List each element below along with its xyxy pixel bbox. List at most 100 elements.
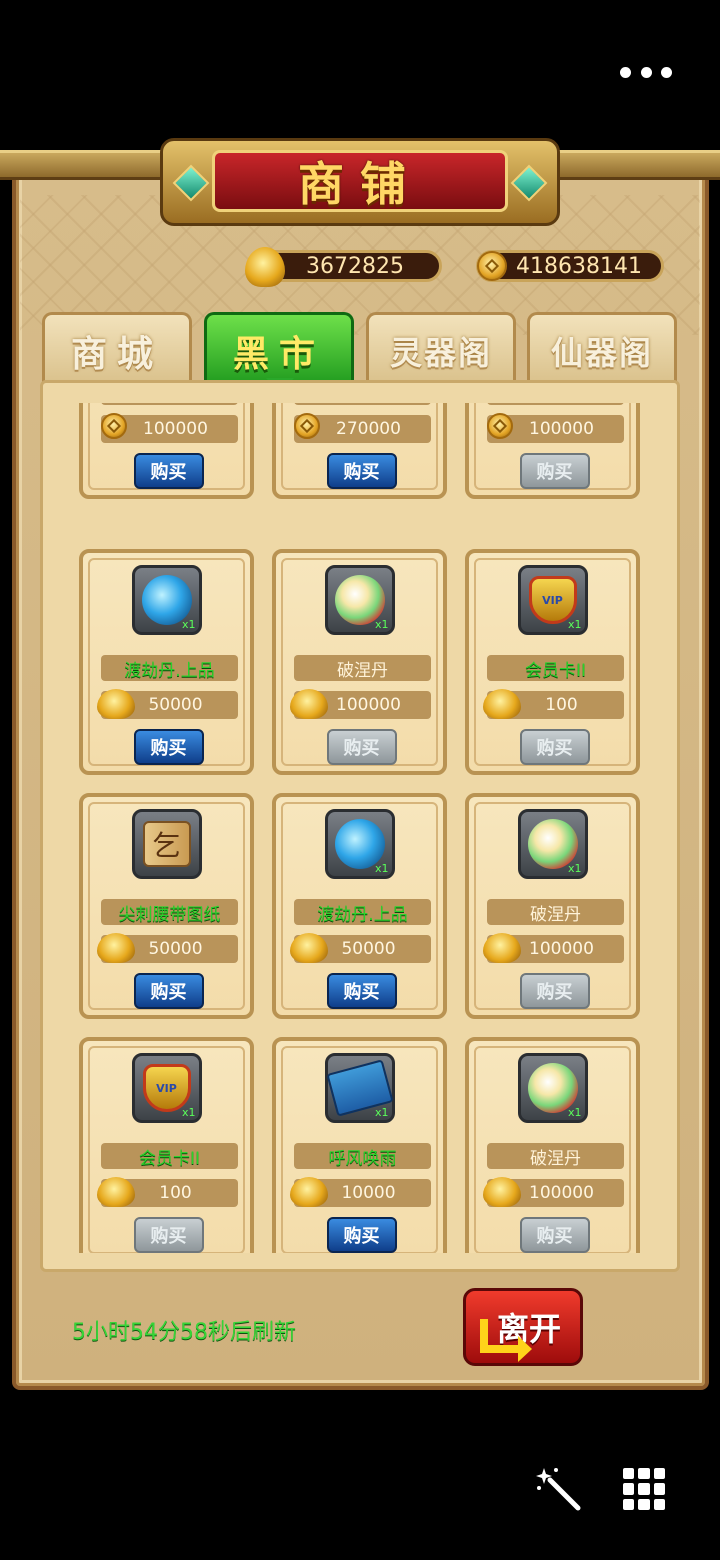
- gold-ingot-icon: [290, 933, 328, 963]
- item-icon-frame[interactable]: x1: [517, 1053, 588, 1123]
- tab-black-market[interactable]: 黑市: [204, 312, 354, 386]
- item-name: 破涅丹: [487, 899, 624, 925]
- item-icon-frame[interactable]: VIP x1: [517, 565, 588, 635]
- item-quantity: x1: [374, 1106, 389, 1119]
- item-icon-frame[interactable]: x1: [324, 1053, 395, 1123]
- item-quantity: x1: [567, 862, 582, 875]
- item-card[interactable]: VIP x1 会员卡II 100 购买: [465, 549, 640, 775]
- item-quantity: x1: [374, 862, 389, 875]
- item-price-value: 50000: [148, 695, 203, 715]
- item-price: 50000: [290, 933, 431, 963]
- gold-ingot-icon: [290, 1177, 328, 1207]
- coin-balance: 418638141: [476, 250, 664, 282]
- gold-ingot-icon: [483, 689, 521, 719]
- item-price: 100: [483, 689, 624, 719]
- buy-button[interactable]: 购买: [326, 729, 397, 765]
- gold-ingot-icon: [483, 933, 521, 963]
- item-name: 会员卡II: [487, 655, 624, 681]
- tab-immortal-pavilion[interactable]: 仙器阁: [527, 312, 677, 386]
- item-price-value: 50000: [341, 939, 396, 959]
- item-price-value: 10000: [341, 1183, 396, 1203]
- item-name: 完美黑曜石: [294, 403, 431, 405]
- item-price: 100000: [487, 413, 624, 443]
- item-quantity: x1: [567, 618, 582, 631]
- buy-button[interactable]: 购买: [519, 729, 590, 765]
- item-quantity: x1: [374, 618, 389, 631]
- item-card[interactable]: x1 破涅丹 100000 购买: [465, 1037, 640, 1253]
- item-price: 100: [97, 1177, 238, 1207]
- item-card[interactable]: x1 呼风唤雨 10000 购买: [272, 1037, 447, 1253]
- item-quantity: x1: [181, 1106, 196, 1119]
- item-quantity: x1: [567, 1106, 582, 1119]
- tab-mall[interactable]: 商城: [42, 312, 192, 386]
- copper-coin-icon: [477, 251, 507, 281]
- exit-arrow-icon: [480, 1319, 532, 1362]
- title-plaque: 商铺: [160, 138, 560, 226]
- buy-button[interactable]: 购买: [133, 973, 204, 1009]
- refresh-countdown: 5小时54分58秒后刷新: [72, 1320, 296, 1345]
- item-name: 会员卡II: [101, 1143, 238, 1169]
- more-options-icon[interactable]: [620, 62, 672, 82]
- item-name: 培元丹.下品: [101, 403, 238, 405]
- item-name: 破涅丹: [487, 1143, 624, 1169]
- buy-button[interactable]: 购买: [519, 973, 590, 1009]
- item-price: 50000: [97, 689, 238, 719]
- item-price: 100000: [483, 1177, 624, 1207]
- tab-label: 灵器阁: [389, 333, 492, 372]
- vip-card-icon: VIP: [528, 576, 577, 624]
- item-icon-frame[interactable]: x1: [517, 809, 588, 879]
- item-icon-frame[interactable]: x1: [324, 809, 395, 879]
- item-card[interactable]: 培元丹.下品 100000 购买: [79, 403, 254, 499]
- item-name: 挑战令: [487, 403, 624, 405]
- item-name: 尖刺腰带图纸: [101, 899, 238, 925]
- leave-button[interactable]: 离开: [463, 1288, 583, 1366]
- item-price: 10000: [290, 1177, 431, 1207]
- buy-button[interactable]: 购买: [326, 1217, 397, 1253]
- item-icon-frame[interactable]: x1: [324, 565, 395, 635]
- app-grid-icon[interactable]: [623, 1468, 665, 1510]
- item-card[interactable]: 挑战令 100000 购买: [465, 403, 640, 499]
- gold-ingot-icon: [97, 1177, 135, 1207]
- buy-button[interactable]: 购买: [133, 729, 204, 765]
- item-quantity: x1: [181, 618, 196, 631]
- item-card[interactable]: x1 渡劫丹.上品 50000 购买: [79, 549, 254, 775]
- buy-button[interactable]: 购买: [326, 973, 397, 1009]
- item-name: 破涅丹: [294, 655, 431, 681]
- item-card[interactable]: VIP x1 会员卡II 100 购买: [79, 1037, 254, 1253]
- tab-label: 仙器阁: [550, 333, 653, 372]
- item-price-value: 100000: [336, 695, 401, 715]
- item-price-value: 100000: [529, 1183, 594, 1203]
- item-card[interactable]: x1 渡劫丹.上品 50000 购买: [272, 793, 447, 1019]
- item-price-value: 100: [545, 695, 578, 715]
- item-card[interactable]: x1 破涅丹 100000 购买: [465, 793, 640, 1019]
- magic-wand-icon[interactable]: [536, 1466, 582, 1512]
- copper-coin-icon: [97, 411, 133, 443]
- item-icon-frame[interactable]: x1: [131, 565, 202, 635]
- ingot-balance: 3672825: [245, 247, 442, 287]
- buy-button[interactable]: 购买: [326, 453, 397, 489]
- item-card[interactable]: 完美黑曜石 270000 购买: [272, 403, 447, 499]
- gold-ingot-icon: [245, 247, 285, 287]
- item-price-value: 100: [159, 1183, 192, 1203]
- item-card[interactable]: x1 破涅丹 100000 购买: [272, 549, 447, 775]
- item-list-container[interactable]: 培元丹.下品100000购买完美黑曜石270000购买挑战令100000购买x1…: [40, 380, 680, 1272]
- blueprint-scroll-icon: 乞: [142, 821, 191, 867]
- item-icon-frame[interactable]: VIP x1: [131, 1053, 202, 1123]
- item-card[interactable]: 乞尖刺腰带图纸 50000 购买: [79, 793, 254, 1019]
- ingot-amount: 3672825: [306, 253, 404, 279]
- gold-ingot-icon: [97, 689, 135, 719]
- buy-button[interactable]: 购买: [133, 1217, 204, 1253]
- item-grid[interactable]: 培元丹.下品100000购买完美黑曜石270000购买挑战令100000购买x1…: [79, 403, 659, 1253]
- item-name: 渡劫丹.上品: [294, 899, 431, 925]
- item-icon-frame[interactable]: 乞: [131, 809, 202, 879]
- buy-button[interactable]: 购买: [519, 453, 590, 489]
- coin-amount: 418638141: [516, 253, 642, 279]
- page-title: 商铺: [298, 157, 422, 211]
- item-price-value: 50000: [148, 939, 203, 959]
- buy-button[interactable]: 购买: [133, 453, 204, 489]
- gold-ingot-icon: [290, 689, 328, 719]
- buy-button[interactable]: 购买: [519, 1217, 590, 1253]
- item-price: 100000: [483, 933, 624, 963]
- tab-spirit-pavilion[interactable]: 灵器阁: [366, 312, 516, 386]
- item-price-value: 100000: [529, 939, 594, 959]
